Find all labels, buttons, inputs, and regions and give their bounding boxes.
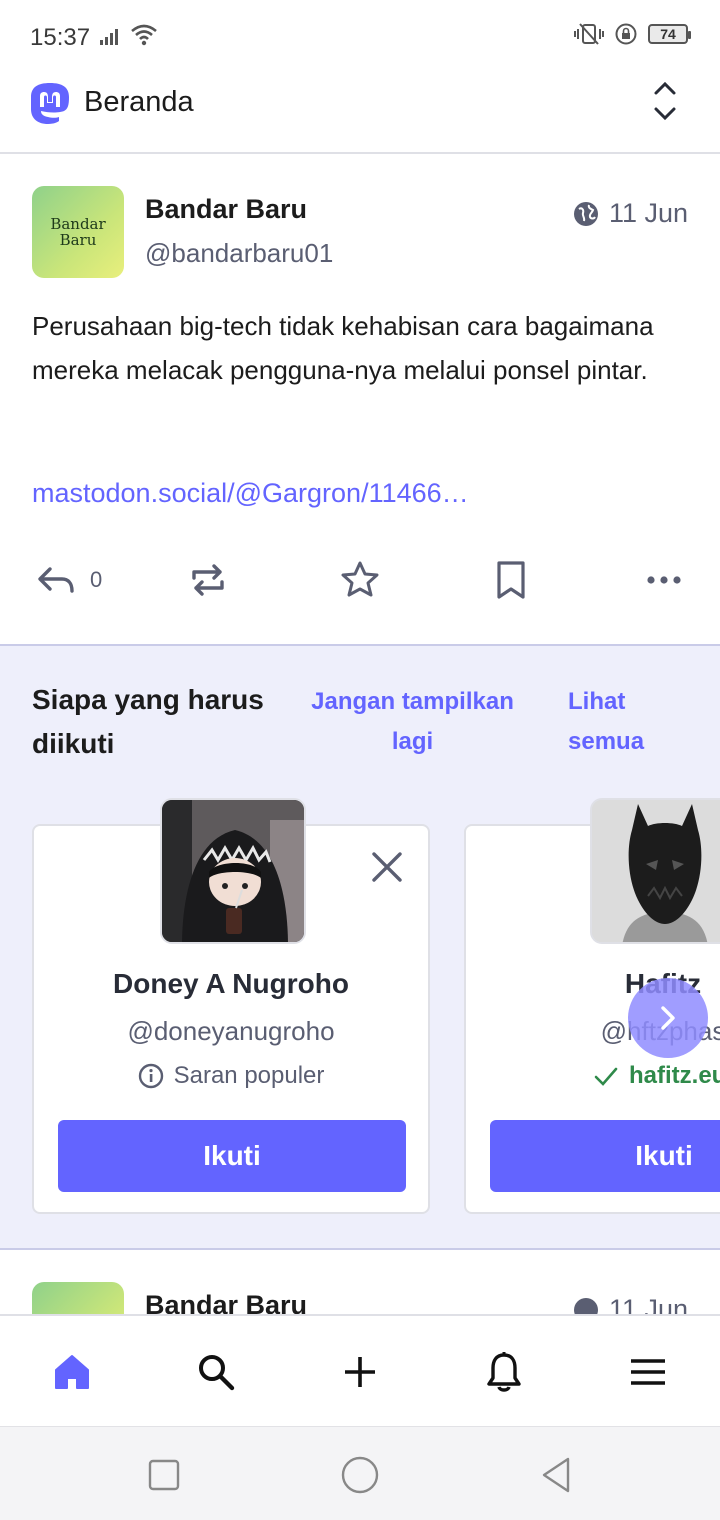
post-avatar[interactable]: Bandar Baru	[32, 186, 124, 278]
suggestions-title: Siapa yang harus diikuti	[32, 684, 264, 759]
expand-collapse-icon[interactable]	[650, 78, 680, 124]
back-icon	[542, 1457, 570, 1493]
post-handle[interactable]: @bandarbaru01	[145, 238, 333, 269]
favourite-icon	[341, 561, 379, 597]
chevron-right-icon	[661, 1006, 675, 1030]
check-icon	[594, 1067, 618, 1086]
card-note: Saran populer	[34, 1062, 428, 1090]
boost-icon	[192, 564, 224, 596]
post-actions: 0	[0, 552, 720, 608]
globe-icon	[573, 1297, 598, 1314]
follow-button[interactable]: Ikuti	[490, 1120, 720, 1192]
see-all-link[interactable]: Lihat semua	[568, 682, 668, 762]
card-avatar[interactable]	[160, 798, 306, 944]
dismiss-card-icon[interactable]	[370, 850, 404, 884]
status-bar: 15:37 74	[0, 0, 720, 72]
globe-icon	[573, 201, 598, 226]
tab-menu[interactable]	[620, 1344, 676, 1400]
battery-icon: 74	[648, 24, 691, 44]
boost-button[interactable]	[188, 552, 228, 608]
suggestion-card[interactable]: Doney A Nugroho @doneyanugroho Saran pop…	[32, 798, 430, 1214]
avatar-illustration	[162, 800, 304, 942]
bookmark-button[interactable]	[494, 552, 528, 608]
tab-home[interactable]	[44, 1344, 100, 1400]
card-name[interactable]: Doney A Nugroho	[34, 968, 428, 1000]
post-date[interactable]: 11 Jun	[573, 198, 688, 229]
tab-compose[interactable]	[332, 1344, 388, 1400]
status-time: 15:37	[30, 24, 91, 51]
card-note: hafitz.eu.	[466, 1062, 720, 1090]
tab-search[interactable]	[188, 1344, 244, 1400]
more-button[interactable]	[646, 552, 682, 608]
home-circle-icon	[341, 1456, 379, 1494]
post-date[interactable]: 11 Jun	[573, 1294, 688, 1314]
card-avatar[interactable]	[590, 798, 720, 944]
status-left-icons	[98, 24, 158, 46]
status-right-icons: 74	[574, 22, 691, 46]
bookmark-icon	[497, 561, 525, 599]
card-handle: @doneyanugroho	[127, 1016, 335, 1046]
reply-icon	[38, 567, 74, 593]
follow-suggestions: Siapa yang harus diikuti Jangan tampilka…	[0, 646, 720, 1250]
post-content: Perusahaan big-tech tidak kehabisan cara…	[32, 311, 654, 385]
notifications-icon	[487, 1352, 521, 1392]
signal-icon	[100, 29, 118, 45]
status-post[interactable]: Bandar Baru Bandar Baru @bandarbaru01 11…	[0, 156, 720, 646]
post-display-name[interactable]: Bandar Baru	[145, 1290, 307, 1314]
app-header: Beranda	[0, 72, 720, 154]
menu-icon	[631, 1359, 665, 1385]
wifi-icon	[131, 24, 157, 46]
recents-button[interactable]	[142, 1453, 186, 1497]
avatar-illustration	[592, 800, 720, 942]
info-icon	[138, 1063, 163, 1089]
recents-icon	[148, 1459, 180, 1491]
post-display-name[interactable]: Bandar Baru	[145, 194, 307, 225]
next-status-post[interactable]: Bandar Baru 11 Jun	[0, 1252, 720, 1314]
reply-count: 0	[90, 567, 103, 592]
back-button[interactable]	[534, 1453, 578, 1497]
page-title: Beranda	[84, 86, 194, 118]
post-avatar[interactable]	[32, 1282, 124, 1314]
bottom-tab-bar	[0, 1314, 720, 1426]
search-icon	[199, 1355, 235, 1391]
system-navigation-bar	[0, 1426, 720, 1520]
favourite-button[interactable]	[340, 552, 380, 608]
home-nav-button[interactable]	[338, 1453, 382, 1497]
tab-notifications[interactable]	[476, 1344, 532, 1400]
more-icon	[647, 576, 681, 584]
reply-button[interactable]: 0	[36, 552, 102, 608]
lock-rotation-icon	[615, 23, 637, 45]
compose-icon	[345, 1357, 375, 1387]
home-icon	[55, 1355, 89, 1389]
vibrate-icon	[574, 23, 604, 45]
dismiss-suggestions-link[interactable]: Jangan tampilkan lagi	[300, 682, 525, 762]
next-suggestions-button[interactable]	[628, 978, 708, 1058]
mastodon-logo	[31, 83, 69, 124]
post-link[interactable]: mastodon.social/@Gargron/11466…	[32, 478, 469, 509]
follow-button[interactable]: Ikuti	[58, 1120, 406, 1192]
